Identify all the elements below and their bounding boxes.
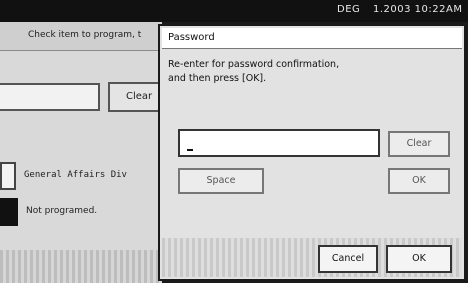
cancel-button-label: Cancel [331,253,365,264]
space-button-label: Space [206,175,236,186]
background-footer-stripe [0,250,162,283]
background-text-field [0,83,100,111]
ok-button[interactable]: OK [386,245,452,273]
dialog-message: Re-enter for password confirmation, and … [168,58,339,86]
ok-inline-button[interactable]: OK [388,168,450,194]
dialog-title: Password [168,32,215,43]
background-name-value: General Affairs Div [24,170,127,180]
password-input[interactable] [178,129,380,157]
background-instruction: Check item to program, t [28,30,142,40]
status-time: 1.2003 10:22AM [373,4,463,15]
status-bar: DEG 1.2003 10:22AM [0,0,468,22]
background-checkbox [0,162,16,190]
password-dialog: Password Re-enter for password confirmat… [158,24,466,281]
clear-button-label: Clear [406,138,432,149]
dialog-message-line2: and then press [OK]. [168,73,267,84]
dialog-title-bar: Password [162,28,462,49]
status-mode: DEG [337,4,361,15]
space-button[interactable]: Space [178,168,264,194]
background-clear-label: Clear [126,91,153,102]
text-cursor-icon [187,149,193,151]
dialog-message-line1: Re-enter for password confirmation, [168,59,340,70]
background-screen [0,22,162,283]
ok-button-label: OK [412,253,426,264]
clear-button[interactable]: Clear [388,131,450,157]
ok-inline-button-label: OK [412,175,426,186]
background-instruction-bar: Check item to program, t [0,22,162,51]
background-status-text: Not programed. [26,206,98,216]
background-status-indicator [0,198,18,226]
cancel-button[interactable]: Cancel [318,245,378,273]
background-clear-button: Clear [108,82,162,112]
